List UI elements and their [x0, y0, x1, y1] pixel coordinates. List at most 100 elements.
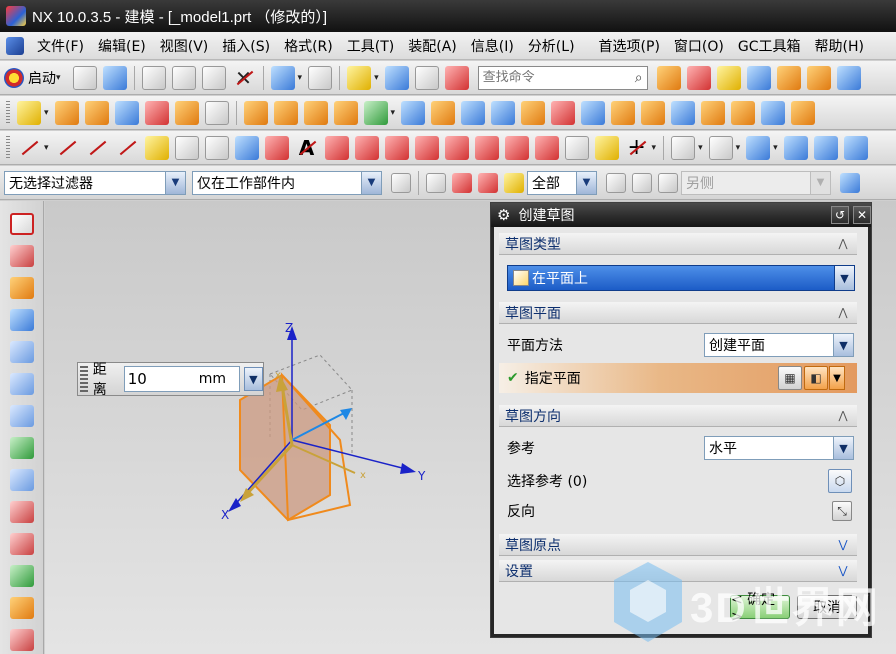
- sketch-orientation-section-header[interactable]: 草图方向 ⋀: [499, 405, 857, 427]
- unite-icon[interactable]: [581, 100, 606, 125]
- menu-window[interactable]: 窗口(O): [667, 36, 731, 56]
- toolbar-grip[interactable]: [6, 135, 10, 160]
- circle-icon[interactable]: [144, 135, 169, 160]
- trim-curve-icon[interactable]: [444, 135, 469, 160]
- select-point-icon[interactable]: [632, 172, 652, 193]
- weld-icon[interactable]: [243, 100, 268, 125]
- extract-curve-icon[interactable]: [414, 135, 439, 160]
- cut-icon[interactable]: [141, 65, 166, 90]
- settings-section-header[interactable]: 设置 ⋁: [499, 560, 857, 582]
- sketch-rect-icon[interactable]: [10, 213, 34, 235]
- draft-icon[interactable]: [521, 100, 546, 125]
- sew-icon[interactable]: [671, 100, 696, 125]
- blend-icon[interactable]: [431, 100, 456, 125]
- chevron-down-icon[interactable]: ▼: [834, 266, 854, 290]
- chevron-down-icon[interactable]: ▾: [698, 143, 703, 153]
- n-sided-surface-icon[interactable]: [10, 565, 34, 587]
- intersect-curve-icon[interactable]: [354, 135, 379, 160]
- chevron-down-icon[interactable]: ▾: [374, 73, 379, 83]
- sketch-type-section-header[interactable]: 草图类型 ⋀: [499, 233, 857, 255]
- trim-icon[interactable]: [461, 100, 486, 125]
- studio-surface-icon[interactable]: [10, 469, 34, 491]
- shell-icon[interactable]: [401, 100, 426, 125]
- chevron-down-icon[interactable]: ▾: [773, 143, 778, 153]
- menu-view[interactable]: 视图(V): [153, 36, 216, 56]
- sweep-icon[interactable]: [791, 100, 816, 125]
- hole-icon[interactable]: [333, 100, 358, 125]
- divide-curve-icon[interactable]: [474, 135, 499, 160]
- sketch-plane-section-header[interactable]: 草图平面 ⋀: [499, 302, 857, 324]
- curve-mesh-icon[interactable]: [10, 405, 34, 427]
- menu-gc-toolkit[interactable]: GC工具箱: [731, 36, 808, 56]
- bolt-pattern-icon[interactable]: [303, 100, 328, 125]
- search-icon[interactable]: ⌕: [635, 70, 643, 86]
- chamfer-icon[interactable]: [491, 100, 516, 125]
- show-hide-icon[interactable]: [840, 172, 860, 193]
- cancel-button[interactable]: 取消: [797, 595, 857, 619]
- distance-value-input[interactable]: [124, 370, 195, 388]
- through-curves-icon[interactable]: [10, 373, 34, 395]
- chevron-down-icon[interactable]: ▾: [44, 143, 49, 153]
- paste-icon[interactable]: [201, 65, 226, 90]
- general-select-icon[interactable]: [391, 172, 411, 193]
- cylinder-gray-icon[interactable]: [204, 100, 229, 125]
- menu-app-icon[interactable]: [6, 36, 24, 55]
- line-icon[interactable]: [17, 136, 41, 160]
- snap-point-icon[interactable]: [504, 172, 524, 193]
- distance-menu-button[interactable]: ▼: [243, 367, 263, 391]
- menu-tools[interactable]: 工具(T): [340, 36, 401, 56]
- chevron-down-icon[interactable]: ▼: [833, 334, 853, 356]
- chevron-down-icon[interactable]: ▼: [165, 171, 185, 194]
- chevron-down-icon[interactable]: ▼: [576, 171, 596, 194]
- selection-filter-select[interactable]: 无选择过滤器 ▼: [4, 170, 186, 195]
- view-cube-icon[interactable]: [813, 135, 838, 160]
- start-button[interactable]: 启动 ▾: [4, 67, 64, 88]
- new-file-icon[interactable]: [72, 65, 97, 90]
- gear-icon[interactable]: ⚙: [497, 206, 510, 224]
- chevron-down-icon[interactable]: ▾: [44, 108, 49, 118]
- subtract-icon[interactable]: [611, 100, 636, 125]
- sweep-surface-icon[interactable]: [10, 309, 34, 331]
- chevron-down-icon[interactable]: ▾: [736, 143, 741, 153]
- select-reference-icon[interactable]: ⬡: [828, 469, 852, 493]
- menu-assemblies[interactable]: 装配(A): [401, 36, 464, 56]
- section-curve-icon[interactable]: [384, 135, 409, 160]
- snap-view-icon[interactable]: [384, 65, 409, 90]
- stack-icon[interactable]: [776, 65, 801, 90]
- menu-help[interactable]: 帮助(H): [808, 36, 871, 56]
- inferred-plane-icon[interactable]: ◧: [804, 366, 828, 390]
- text-icon[interactable]: A: [295, 136, 319, 160]
- collapse-icon[interactable]: ⋀: [835, 305, 851, 321]
- chevron-down-icon[interactable]: ▼: [361, 171, 381, 194]
- reference-select[interactable]: 水平 ▼: [704, 436, 854, 460]
- sketch-origin-section-header[interactable]: 草图原点 ⋁: [499, 534, 857, 556]
- nx5-feature-icon[interactable]: [114, 100, 139, 125]
- mirror-icon[interactable]: [761, 100, 786, 125]
- window-switch-icon[interactable]: [414, 65, 439, 90]
- command-finder-icon[interactable]: [347, 65, 372, 90]
- blend-surface-icon[interactable]: [10, 501, 34, 523]
- patch-icon[interactable]: [701, 100, 726, 125]
- info-window-icon[interactable]: [444, 65, 469, 90]
- pattern-feature-icon[interactable]: [273, 100, 298, 125]
- drag-handle[interactable]: [80, 366, 88, 392]
- shape-icon[interactable]: [746, 65, 771, 90]
- layer-icon[interactable]: [843, 135, 868, 160]
- ok-button[interactable]: < 确定 >: [730, 592, 790, 625]
- chevron-down-icon[interactable]: ▾: [298, 73, 303, 83]
- helix-icon[interactable]: [174, 135, 199, 160]
- command-search[interactable]: ⌕: [477, 65, 648, 90]
- expand-icon[interactable]: ⋁: [835, 537, 851, 553]
- shaded-view-icon[interactable]: [746, 135, 771, 160]
- snap-scope-select[interactable]: 全部 ▼: [527, 170, 597, 195]
- sketch-type-select[interactable]: 在平面上 ▼: [507, 265, 855, 291]
- bridge-curve-icon[interactable]: [264, 135, 289, 160]
- undo-icon[interactable]: [270, 65, 295, 90]
- menu-format[interactable]: 格式(R): [277, 36, 340, 56]
- swept-icon[interactable]: [10, 597, 34, 619]
- reverse-direction-icon[interactable]: ⤡: [832, 501, 852, 521]
- render-style-icon[interactable]: [708, 135, 733, 160]
- extrude-icon[interactable]: [84, 100, 109, 125]
- menu-analysis[interactable]: 分析(L): [521, 36, 582, 56]
- save-icon[interactable]: [102, 65, 127, 90]
